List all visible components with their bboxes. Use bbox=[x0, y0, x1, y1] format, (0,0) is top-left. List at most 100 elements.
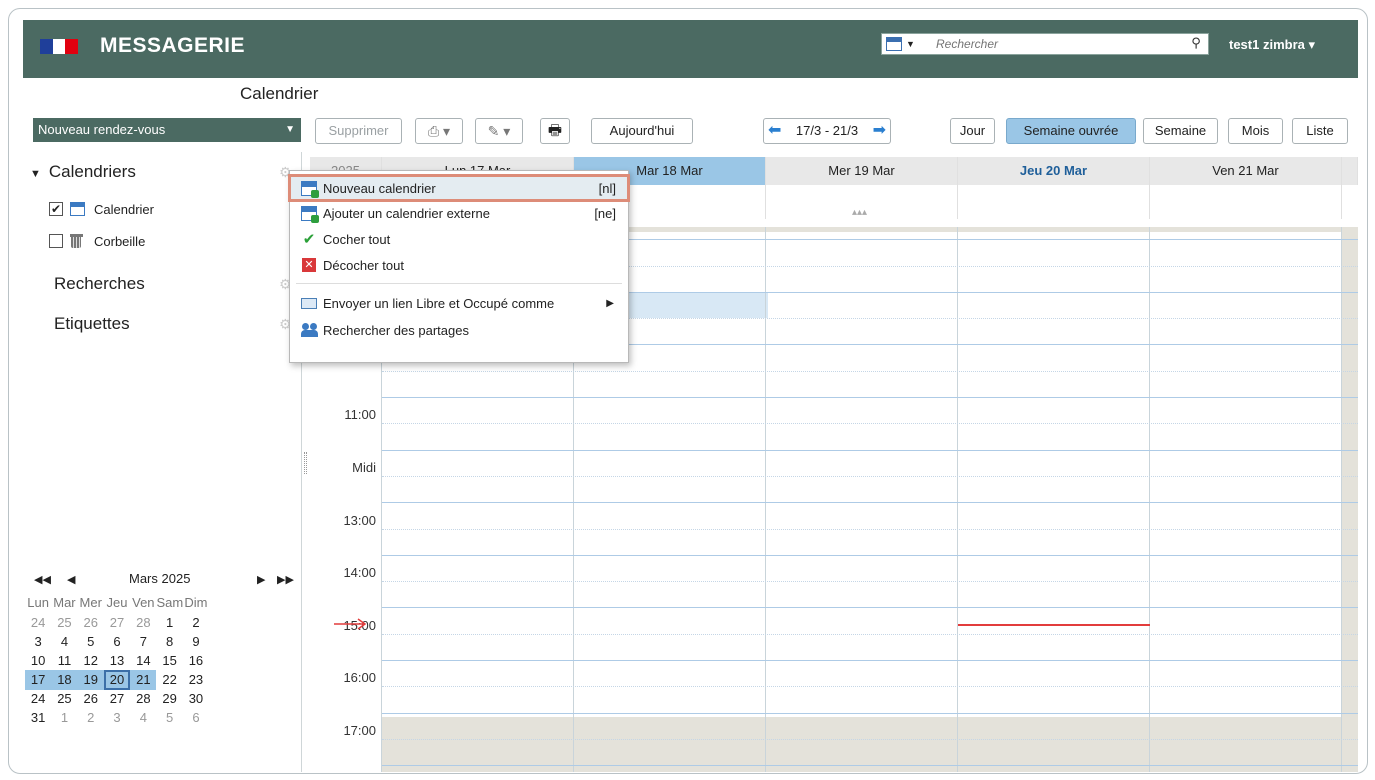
mini-calendar-day[interactable]: 3 bbox=[104, 708, 130, 728]
mini-calendar-day[interactable]: 3 bbox=[25, 632, 51, 652]
mini-calendar-day[interactable]: 28 bbox=[130, 689, 156, 709]
search-type-selector[interactable]: ▼ bbox=[886, 36, 932, 52]
search-icon[interactable]: ⚲ bbox=[1188, 35, 1204, 53]
move-button[interactable]: ⎙ ▾ bbox=[415, 118, 463, 144]
day-column-thu[interactable] bbox=[958, 227, 1150, 772]
mini-calendar-day[interactable]: 8 bbox=[156, 632, 182, 652]
mini-calendar-day[interactable]: 31 bbox=[25, 708, 51, 728]
mini-calendar-day[interactable]: 9 bbox=[183, 632, 209, 652]
mini-calendar-day[interactable]: 4 bbox=[130, 708, 156, 728]
mini-calendar-day[interactable]: 16 bbox=[183, 651, 209, 671]
prev-year-icon[interactable]: ◀◀ bbox=[34, 573, 51, 586]
view-workweek-button[interactable]: Semaine ouvrée bbox=[1006, 118, 1136, 144]
next-month-icon[interactable]: ▶ bbox=[257, 573, 265, 586]
dropdown-arrow-icon[interactable]: ▼ bbox=[285, 118, 295, 142]
mini-calendar-day[interactable]: 1 bbox=[156, 613, 182, 633]
hour-line bbox=[382, 660, 1358, 661]
day-header-fri[interactable]: Ven 21 Mar bbox=[1150, 157, 1342, 185]
mini-calendar-day[interactable]: 11 bbox=[51, 651, 77, 671]
calendars-header[interactable]: ▼ Calendriers bbox=[30, 162, 136, 182]
mini-calendar-day[interactable]: 25 bbox=[51, 689, 77, 709]
view-month-button[interactable]: Mois bbox=[1228, 118, 1283, 144]
mini-calendar-day[interactable]: 6 bbox=[104, 632, 130, 652]
mini-calendar-day[interactable]: 19 bbox=[77, 670, 104, 690]
allday-cell[interactable]: ▴▴▴ bbox=[766, 185, 958, 219]
mini-calendar-day[interactable]: 4 bbox=[51, 632, 77, 652]
mini-calendar-day[interactable]: 27 bbox=[104, 689, 130, 709]
search-input[interactable] bbox=[936, 35, 1186, 53]
mini-calendar-day[interactable]: 27 bbox=[104, 613, 130, 633]
day-header-thu[interactable]: Jeu 20 Mar bbox=[958, 157, 1150, 185]
day-column-wed[interactable] bbox=[766, 227, 958, 772]
mini-calendar-day[interactable]: 20 bbox=[103, 670, 131, 690]
allday-more-icon[interactable]: ▴▴▴ bbox=[852, 207, 867, 218]
calendar-item-corbeille[interactable]: Corbeille bbox=[49, 232, 145, 250]
searches-header[interactable]: Recherches bbox=[54, 274, 145, 294]
day-header-wed[interactable]: Mer 19 Mar bbox=[766, 157, 958, 185]
delete-button[interactable]: Supprimer bbox=[315, 118, 402, 144]
menu-item-send-freebusy-link[interactable]: Envoyer un lien Libre et Occupé comme ▶ bbox=[290, 291, 628, 315]
current-time-line bbox=[958, 624, 1150, 626]
tab-mail[interactable]: Mail bbox=[41, 80, 96, 108]
menu-item-find-shares[interactable]: Rechercher des partages bbox=[290, 318, 628, 342]
tab-contacts[interactable]: Contacts bbox=[115, 80, 206, 108]
menu-item-uncheck-all[interactable]: ✕ Décocher tout bbox=[290, 253, 628, 277]
menu-item-new-calendar[interactable]: Nouveau calendrier [nl] bbox=[288, 174, 630, 202]
mini-calendar-day[interactable]: 24 bbox=[25, 613, 51, 633]
day-column-fri[interactable] bbox=[1150, 227, 1342, 772]
user-menu[interactable]: test1 zimbra ▾ bbox=[1229, 37, 1315, 53]
mini-calendar-day[interactable]: 21 bbox=[130, 670, 157, 690]
view-list-button[interactable]: Liste bbox=[1292, 118, 1348, 144]
mini-calendar-day[interactable]: 29 bbox=[156, 689, 182, 709]
splitter-grip[interactable] bbox=[304, 452, 307, 474]
mini-calendar-day[interactable]: 25 bbox=[51, 613, 77, 633]
trash-checkbox[interactable] bbox=[49, 234, 63, 248]
collapse-triangle-icon[interactable]: ▼ bbox=[30, 168, 41, 180]
mini-calendar-day[interactable]: 2 bbox=[78, 708, 104, 728]
calendar-item-calendrier[interactable]: ✔ Calendrier bbox=[49, 200, 154, 218]
menu-item-check-all[interactable]: ✔ Cocher tout bbox=[290, 227, 628, 251]
prev-month-icon[interactable]: ◀ bbox=[67, 573, 75, 586]
print-button[interactable]: 🖶 bbox=[540, 118, 570, 144]
mini-calendar-day[interactable]: 2 bbox=[183, 613, 209, 633]
next-year-icon[interactable]: ▶▶ bbox=[277, 573, 294, 586]
tab-preferences[interactable]: Préférences bbox=[453, 80, 569, 108]
menu-item-label: Ajouter un calendrier externe bbox=[323, 205, 490, 221]
mini-calendar-day[interactable]: 23 bbox=[183, 670, 209, 690]
next-week-arrow-icon[interactable]: ➡ bbox=[873, 119, 886, 143]
refresh-icon[interactable]: ↻ bbox=[1327, 82, 1344, 107]
mini-calendar-day[interactable]: 26 bbox=[78, 613, 104, 633]
tab-tasks[interactable]: Tâches bbox=[343, 80, 423, 108]
mini-calendar-day[interactable]: 5 bbox=[78, 632, 104, 652]
tags-header[interactable]: Etiquettes bbox=[54, 314, 130, 334]
mini-calendar-day[interactable]: 14 bbox=[130, 651, 156, 671]
allday-cell[interactable] bbox=[1150, 185, 1342, 219]
mini-calendar-day[interactable]: 10 bbox=[25, 651, 51, 671]
mini-calendar-day[interactable]: 18 bbox=[51, 670, 78, 690]
allday-cell[interactable] bbox=[958, 185, 1150, 219]
mini-calendar-day[interactable]: 17 bbox=[25, 670, 52, 690]
mini-calendar-day[interactable]: 30 bbox=[183, 689, 209, 709]
view-day-button[interactable]: Jour bbox=[950, 118, 995, 144]
menu-item-add-external-calendar[interactable]: Ajouter un calendrier externe [ne] bbox=[290, 201, 628, 225]
tag-button[interactable]: ✎ ▾ bbox=[475, 118, 523, 144]
tab-calendar[interactable]: Calendrier bbox=[228, 80, 331, 108]
mini-calendar-day[interactable]: 15 bbox=[156, 651, 182, 671]
mini-calendar-day[interactable]: 6 bbox=[183, 708, 209, 728]
mini-calendar-day[interactable]: 7 bbox=[130, 632, 156, 652]
hour-line bbox=[382, 554, 1358, 556]
mini-calendar-day[interactable]: 1 bbox=[51, 708, 77, 728]
mini-calendar-day[interactable]: 13 bbox=[104, 651, 130, 671]
mini-calendar-day[interactable]: 24 bbox=[25, 689, 51, 709]
today-button[interactable]: Aujourd'hui bbox=[591, 118, 693, 144]
new-appointment-button[interactable]: Nouveau rendez-vous ▼ bbox=[33, 118, 301, 142]
mini-calendar-day[interactable]: 26 bbox=[78, 689, 104, 709]
mini-calendar-day[interactable]: 28 bbox=[130, 613, 156, 633]
previous-week-arrow-icon[interactable]: ⬅ bbox=[768, 119, 781, 143]
mini-calendar-day[interactable]: 12 bbox=[78, 651, 104, 671]
view-week-button[interactable]: Semaine bbox=[1143, 118, 1218, 144]
menu-item-label: Envoyer un lien Libre et Occupé comme bbox=[323, 295, 555, 311]
mini-calendar-day[interactable]: 5 bbox=[156, 708, 182, 728]
calendar-checkbox[interactable]: ✔ bbox=[49, 202, 63, 216]
mini-calendar-day[interactable]: 22 bbox=[156, 670, 182, 690]
